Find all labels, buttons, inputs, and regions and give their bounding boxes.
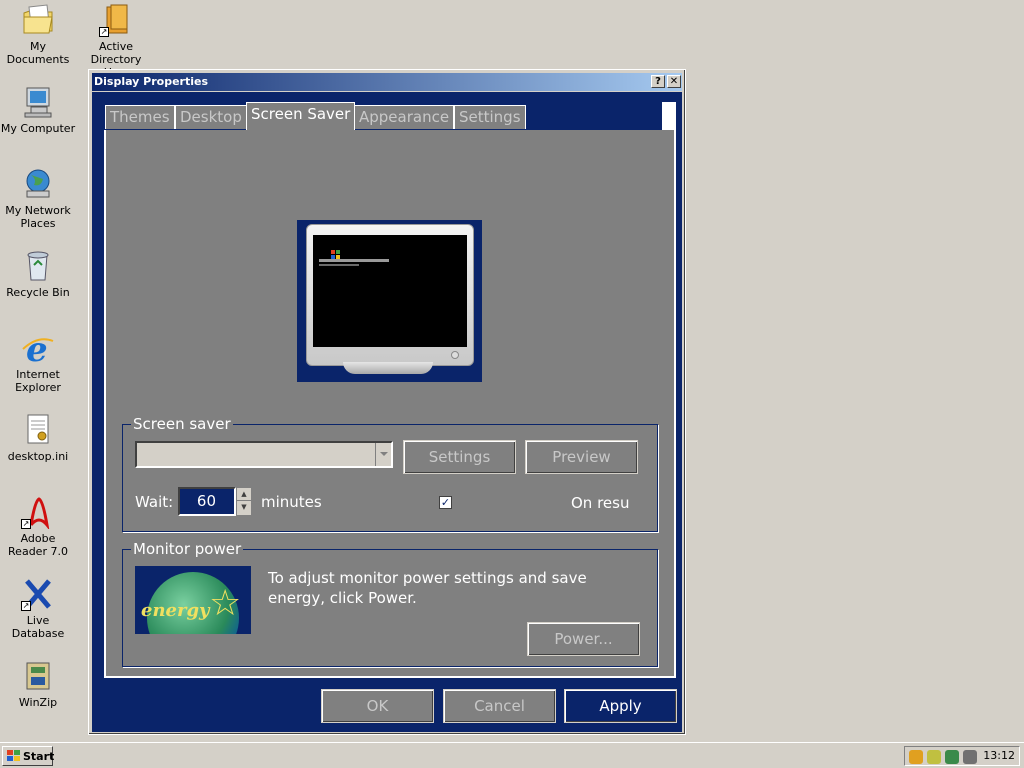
desktop-icon-winzip[interactable]: WinZip bbox=[0, 659, 76, 709]
on-resume-checkbox[interactable]: ✓ bbox=[439, 496, 452, 509]
wait-spinner[interactable]: ▲ ▼ bbox=[236, 487, 252, 516]
preview-logo-text bbox=[319, 259, 389, 262]
desktop-icon-internet-explorer[interactable]: e Internet Explorer bbox=[0, 330, 76, 394]
monitor-power-description: To adjust monitor power settings and sav… bbox=[268, 569, 587, 607]
window-title: Display Properties bbox=[94, 75, 209, 88]
windows-flag-icon bbox=[7, 750, 20, 762]
spin-up-icon[interactable]: ▲ bbox=[237, 488, 251, 501]
desktop-icon-active-directory[interactable]: ↗ Active Directory Us... bbox=[78, 3, 154, 79]
monitor-preview-icon bbox=[306, 224, 474, 366]
svg-text:e: e bbox=[26, 331, 48, 365]
tray-security-icon[interactable] bbox=[909, 750, 923, 764]
desktop-icon-desktop-ini[interactable]: desktop.ini bbox=[0, 413, 76, 463]
desktop-icon-my-network-places[interactable]: My Network Places bbox=[0, 167, 76, 230]
tab-desktop[interactable]: Desktop bbox=[175, 105, 247, 129]
winzip-icon bbox=[21, 659, 55, 693]
display-properties-window: Display Properties ? ✕ Themes Desktop Sc… bbox=[88, 69, 686, 735]
tab-screen-saver[interactable]: Screen Saver bbox=[246, 102, 356, 130]
tab-themes[interactable]: Themes bbox=[105, 105, 175, 129]
monitor-power-group-label: Monitor power bbox=[131, 540, 244, 558]
shortcut-arrow-icon: ↗ bbox=[21, 601, 31, 611]
shortcut-arrow-icon: ↗ bbox=[21, 519, 31, 529]
wait-minutes-input[interactable]: 60 bbox=[178, 487, 236, 516]
desktop-icon-label: My Computer bbox=[0, 122, 76, 135]
preview-button[interactable]: Preview bbox=[525, 440, 638, 474]
tab-strip: Themes Desktop Screen Saver Appearance S… bbox=[104, 102, 676, 130]
tray-network-icon[interactable] bbox=[927, 750, 941, 764]
computer-icon bbox=[21, 85, 55, 119]
internet-explorer-icon: e bbox=[21, 330, 55, 370]
screen-saver-group-label: Screen saver bbox=[131, 415, 233, 433]
close-button[interactable]: ✕ bbox=[667, 75, 681, 88]
energy-star-logo: energy ☆ bbox=[135, 566, 251, 634]
shortcut-arrow-icon: ↗ bbox=[99, 27, 109, 37]
monitor-power-group: Monitor power energy ☆ To adjust monitor… bbox=[122, 541, 658, 667]
active-directory-icon: ↗ bbox=[99, 3, 133, 37]
start-label: Start bbox=[23, 750, 55, 763]
ok-button[interactable]: OK bbox=[321, 689, 434, 723]
desktop-icon-label: Live Database bbox=[11, 614, 65, 640]
on-resume-label: On resu bbox=[571, 494, 630, 512]
desktop-icon-label: Recycle Bin bbox=[6, 286, 70, 299]
chevron-down-icon[interactable] bbox=[375, 443, 391, 466]
start-button[interactable]: Start bbox=[2, 746, 55, 766]
desktop-icon-recycle-bin[interactable]: Recycle Bin bbox=[0, 249, 76, 299]
folder-documents-icon bbox=[21, 3, 55, 37]
live-database-icon: ↗ bbox=[21, 577, 55, 611]
system-tray: 13:12 bbox=[904, 746, 1020, 766]
settings-file-icon bbox=[21, 413, 55, 447]
desktop-icon-label: My Network Places bbox=[5, 204, 71, 230]
spin-down-icon[interactable]: ▼ bbox=[237, 501, 251, 514]
taskbar: Start 13:12 bbox=[0, 742, 1024, 768]
desktop-icon-adobe-reader[interactable]: ↗ Adobe Reader 7.0 bbox=[0, 495, 76, 558]
desktop-icon-label: WinZip bbox=[18, 696, 58, 709]
apply-button[interactable]: Apply bbox=[564, 689, 677, 723]
star-icon: ☆ bbox=[209, 583, 242, 624]
recycle-bin-icon bbox=[21, 249, 55, 283]
title-bar[interactable]: Display Properties ? ✕ bbox=[92, 73, 682, 91]
screen-saver-preview bbox=[297, 220, 482, 382]
minutes-label: minutes bbox=[261, 493, 322, 511]
desktop-icon-my-computer[interactable]: My Computer bbox=[0, 85, 76, 135]
desktop-icon-my-documents[interactable]: My Documents bbox=[0, 3, 76, 66]
help-button[interactable]: ? bbox=[651, 75, 665, 88]
screen-saver-select[interactable] bbox=[135, 441, 393, 468]
desktop-icon-label: Internet Explorer bbox=[15, 368, 61, 394]
energy-logo-text: energy bbox=[141, 600, 210, 621]
power-button[interactable]: Power... bbox=[527, 622, 640, 656]
desktop-icon-label: My Documents bbox=[6, 40, 70, 66]
tray-printer-icon[interactable] bbox=[963, 750, 977, 764]
preview-screen bbox=[313, 235, 467, 347]
dialog-client: Themes Desktop Screen Saver Appearance S… bbox=[92, 92, 682, 732]
tab-strip-edge bbox=[662, 102, 676, 130]
adobe-reader-icon: ↗ bbox=[21, 495, 55, 531]
preview-logo-subtext bbox=[319, 264, 359, 266]
clock[interactable]: 13:12 bbox=[983, 749, 1015, 762]
power-led-icon bbox=[451, 351, 459, 359]
wait-label: Wait: bbox=[135, 493, 174, 511]
tray-shield-icon[interactable] bbox=[945, 750, 959, 764]
tab-settings[interactable]: Settings bbox=[454, 105, 526, 129]
screen-saver-panel: Screen saver Settings Preview Wait: 60 ▲… bbox=[104, 130, 676, 678]
desktop-icon-label: Adobe Reader 7.0 bbox=[8, 532, 68, 558]
cancel-button[interactable]: Cancel bbox=[443, 689, 556, 723]
monitor-stand bbox=[343, 362, 433, 374]
network-globe-icon bbox=[21, 167, 55, 201]
desktop-icon-live-database[interactable]: ↗ Live Database bbox=[0, 577, 76, 640]
screen-saver-group: Screen saver Settings Preview Wait: 60 ▲… bbox=[122, 416, 658, 532]
desktop-icon-label: desktop.ini bbox=[7, 450, 69, 463]
screen-saver-settings-button[interactable]: Settings bbox=[403, 440, 516, 474]
tab-appearance[interactable]: Appearance bbox=[354, 105, 455, 129]
